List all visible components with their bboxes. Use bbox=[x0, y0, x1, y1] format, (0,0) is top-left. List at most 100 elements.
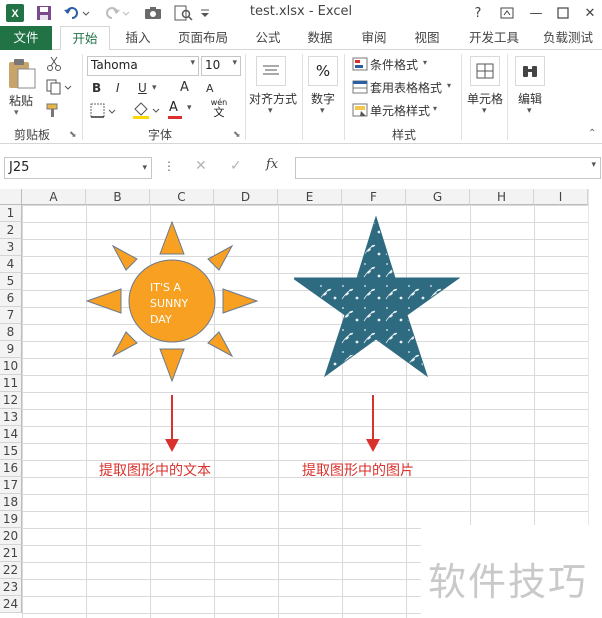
row-header-21[interactable]: 21 bbox=[0, 545, 22, 562]
cancel-icon[interactable]: ✕ bbox=[195, 158, 207, 174]
cell-styles-dropdown-icon[interactable]: ▾ bbox=[433, 104, 437, 113]
copy-icon[interactable] bbox=[46, 79, 72, 98]
number-label[interactable]: 数字 bbox=[311, 90, 335, 107]
star-shape[interactable] bbox=[294, 215, 460, 379]
grow-font-button[interactable]: A bbox=[180, 80, 189, 95]
maximize-icon[interactable] bbox=[553, 3, 573, 23]
insert-function-button[interactable]: fx bbox=[266, 157, 278, 172]
row-header-19[interactable]: 19 bbox=[0, 511, 22, 528]
tab-developer[interactable]: 开发工具 bbox=[462, 26, 526, 50]
formula-expand-icon[interactable]: ▾ bbox=[591, 160, 596, 170]
select-all-corner[interactable] bbox=[0, 189, 22, 205]
cell-styles-icon[interactable] bbox=[352, 103, 368, 120]
tab-view[interactable]: 视图 bbox=[407, 26, 447, 50]
tab-home[interactable]: 开始 bbox=[60, 26, 110, 51]
tab-file[interactable]: 文件 bbox=[0, 26, 52, 50]
name-box-dropdown-icon[interactable]: ▾ bbox=[142, 158, 147, 178]
bold-button[interactable]: B bbox=[92, 81, 101, 95]
row-header-6[interactable]: 6 bbox=[0, 290, 22, 307]
number-dropdown-icon[interactable]: ▾ bbox=[320, 106, 325, 116]
paste-label[interactable]: 粘贴 bbox=[9, 92, 33, 109]
help-button[interactable]: ? bbox=[468, 3, 488, 23]
column-header-e[interactable]: E bbox=[278, 189, 342, 205]
name-box[interactable]: J25 ▾ bbox=[4, 157, 152, 179]
tab-data[interactable]: 数据 bbox=[300, 26, 340, 50]
ribbon-display-icon[interactable] bbox=[497, 3, 517, 23]
editing-dropdown-icon[interactable]: ▾ bbox=[527, 106, 532, 116]
cells-icon[interactable] bbox=[470, 56, 500, 86]
row-header-20[interactable]: 20 bbox=[0, 528, 22, 545]
conditional-format-icon[interactable] bbox=[352, 57, 368, 74]
format-as-table-button[interactable]: 套用表格格式 bbox=[370, 79, 442, 96]
column-header-f[interactable]: F bbox=[342, 189, 406, 205]
row-header-13[interactable]: 13 bbox=[0, 409, 22, 426]
row-header-15[interactable]: 15 bbox=[0, 443, 22, 460]
row-header-1[interactable]: 1 bbox=[0, 205, 22, 222]
fill-color-icon[interactable] bbox=[132, 101, 162, 122]
paste-dropdown-icon[interactable]: ▾ bbox=[14, 108, 19, 118]
column-header-h[interactable]: H bbox=[470, 189, 534, 205]
cell-styles-button[interactable]: 单元格样式 bbox=[370, 102, 430, 119]
collapse-ribbon-icon[interactable]: ⌃ bbox=[588, 128, 596, 139]
phonetic-guide-button[interactable]: wén 文 bbox=[208, 98, 230, 120]
enter-icon[interactable]: ✓ bbox=[230, 158, 242, 174]
row-header-18[interactable]: 18 bbox=[0, 494, 22, 511]
column-header-c[interactable]: C bbox=[150, 189, 214, 205]
tab-page-layout[interactable]: 页面布局 bbox=[172, 26, 234, 50]
column-header-g[interactable]: G bbox=[406, 189, 470, 205]
font-launcher-icon[interactable]: ⬊ bbox=[233, 130, 241, 140]
row-header-4[interactable]: 4 bbox=[0, 256, 22, 273]
editing-label[interactable]: 编辑 bbox=[518, 90, 542, 107]
cells-label[interactable]: 单元格 bbox=[467, 90, 503, 107]
tab-review[interactable]: 审阅 bbox=[354, 26, 394, 50]
clipboard-launcher-icon[interactable]: ⬊ bbox=[69, 130, 77, 140]
alignment-label[interactable]: 对齐方式 bbox=[249, 90, 297, 107]
minimize-button[interactable]: — bbox=[526, 3, 546, 23]
row-header-10[interactable]: 10 bbox=[0, 358, 22, 375]
font-color-button[interactable]: A ▾ bbox=[167, 100, 197, 119]
row-header-7[interactable]: 7 bbox=[0, 307, 22, 324]
format-as-table-dropdown-icon[interactable]: ▾ bbox=[447, 81, 451, 90]
conditional-format-dropdown-icon[interactable]: ▾ bbox=[423, 58, 427, 67]
format-as-table-icon[interactable] bbox=[352, 80, 368, 97]
alignment-dropdown-icon[interactable]: ▾ bbox=[268, 106, 273, 116]
binoculars-icon[interactable] bbox=[515, 56, 545, 86]
italic-button[interactable]: I bbox=[116, 81, 120, 95]
row-header-2[interactable]: 2 bbox=[0, 222, 22, 239]
tab-insert[interactable]: 插入 bbox=[118, 26, 158, 50]
column-header-i[interactable]: I bbox=[534, 189, 588, 205]
row-header-17[interactable]: 17 bbox=[0, 477, 22, 494]
borders-icon[interactable] bbox=[90, 103, 118, 122]
shrink-font-button[interactable]: A bbox=[206, 82, 214, 95]
column-header-d[interactable]: D bbox=[214, 189, 278, 205]
row-header-24[interactable]: 24 bbox=[0, 596, 22, 613]
column-header-a[interactable]: A bbox=[22, 189, 86, 205]
column-header-b[interactable]: B bbox=[86, 189, 150, 205]
row-header-14[interactable]: 14 bbox=[0, 426, 22, 443]
row-header-16[interactable]: 16 bbox=[0, 460, 22, 477]
row-header-11[interactable]: 11 bbox=[0, 375, 22, 392]
underline-dropdown-icon[interactable]: ▾ bbox=[152, 83, 157, 93]
cut-icon[interactable] bbox=[46, 56, 62, 75]
row-header-9[interactable]: 9 bbox=[0, 341, 22, 358]
format-painter-icon[interactable] bbox=[46, 102, 62, 121]
formula-input[interactable]: ▾ bbox=[295, 157, 601, 179]
paste-icon[interactable] bbox=[6, 56, 42, 96]
cells-dropdown-icon[interactable]: ▾ bbox=[482, 106, 487, 116]
font-color-dropdown-icon[interactable]: ▾ bbox=[187, 103, 192, 113]
row-header-3[interactable]: 3 bbox=[0, 239, 22, 256]
font-name-dropdown-icon[interactable]: ▾ bbox=[190, 58, 195, 68]
font-size-select[interactable]: 10 ▾ bbox=[201, 56, 241, 76]
alignment-icon[interactable] bbox=[256, 56, 286, 86]
underline-button[interactable]: U bbox=[138, 81, 147, 95]
row-header-22[interactable]: 22 bbox=[0, 562, 22, 579]
number-format-button[interactable]: % bbox=[308, 56, 338, 86]
row-header-23[interactable]: 23 bbox=[0, 579, 22, 596]
conditional-format-button[interactable]: 条件格式 bbox=[370, 56, 418, 73]
font-name-select[interactable]: Tahoma ▾ bbox=[87, 56, 199, 76]
font-size-dropdown-icon[interactable]: ▾ bbox=[232, 58, 237, 68]
tab-load-test[interactable]: 负载测试 bbox=[538, 26, 598, 50]
row-header-12[interactable]: 12 bbox=[0, 392, 22, 409]
close-button[interactable]: ✕ bbox=[580, 3, 600, 23]
row-header-5[interactable]: 5 bbox=[0, 273, 22, 290]
